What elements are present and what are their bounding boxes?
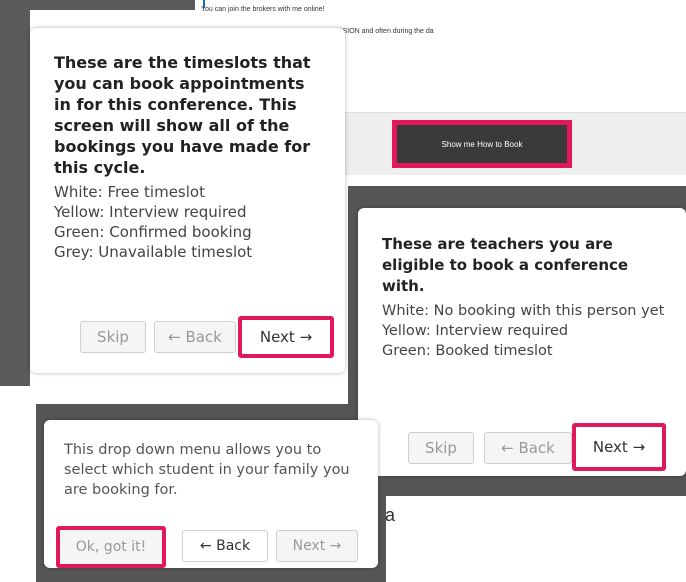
legend-green: Green: Booked timeslot [382,343,553,359]
skip-button[interactable]: Skip [408,432,474,464]
back-button[interactable]: ← Back [154,321,236,353]
overlay-left [0,0,30,386]
legend-white: White: Free timeslot [54,183,205,201]
back-button[interactable]: ← Back [182,530,268,562]
next-button[interactable]: Next → [572,423,666,471]
legend-white: White: No booking with this person yet [382,303,665,319]
legend-grey: Grey: Unavailable timeslot [54,243,253,261]
skip-button[interactable]: Skip [80,321,146,353]
back-button[interactable]: ← Back [484,432,572,464]
legend-yellow: Yellow: Interview required [54,203,247,221]
partial-page-text: a [385,505,396,525]
page-text-line: You can join the brokers with me online! [201,6,325,13]
next-button[interactable]: Next → [276,530,358,562]
tooltip-title: These are teachers you are eligible to b… [382,235,629,295]
teachers-tooltip: These are teachers you are eligible to b… [358,208,686,476]
tooltip-text: This drop down menu allows you to select… [64,442,350,498]
ok-got-it-button[interactable]: Ok, got it! [56,526,166,568]
tooltip-title: These are the timeslots that you can boo… [54,53,311,177]
timeslots-tooltip: These are the timeslots that you can boo… [30,28,345,373]
legend-yellow: Yellow: Interview required [382,323,569,339]
next-button[interactable]: Next → [238,316,334,358]
show-me-how-to-book-button[interactable]: Show me How to Book [392,120,572,168]
dropdown-tooltip: This drop down menu allows you to select… [44,420,378,568]
legend-green: Green: Confirmed booking [54,223,252,241]
